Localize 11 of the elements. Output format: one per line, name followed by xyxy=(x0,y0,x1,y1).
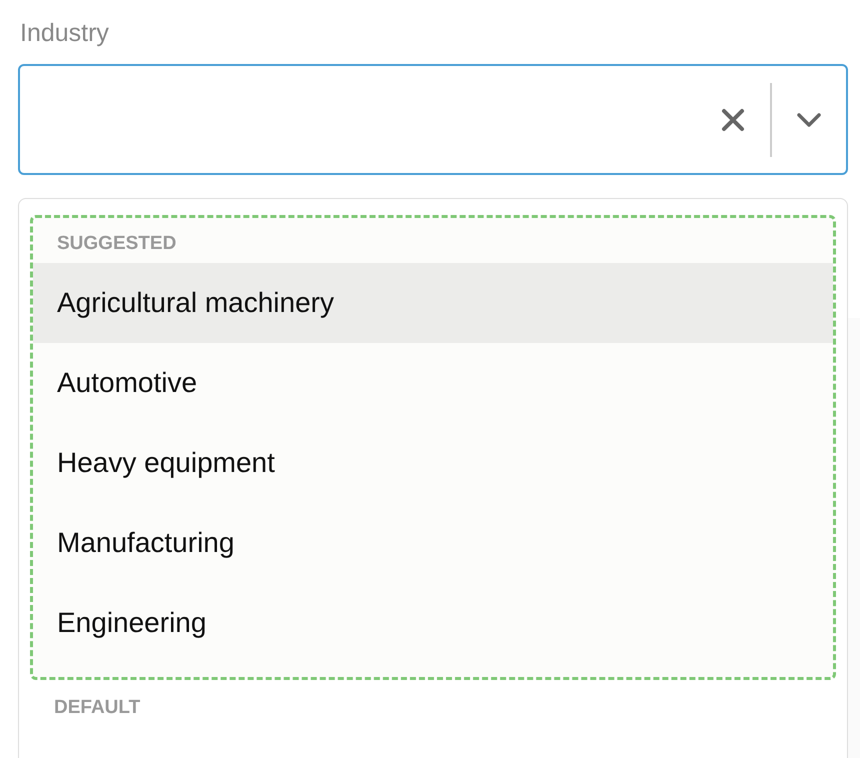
field-label: Industry xyxy=(20,18,110,48)
clear-icon[interactable] xyxy=(720,106,746,132)
select-field[interactable] xyxy=(18,64,848,175)
dropdown-option[interactable]: Automotive xyxy=(33,343,833,423)
chevron-down-icon[interactable] xyxy=(796,110,822,128)
dropdown-option[interactable]: Manufacturing xyxy=(33,503,833,583)
dropdown-option[interactable]: Agricultural machinery xyxy=(33,263,833,343)
group-heading: SUGGESTED xyxy=(56,232,178,256)
dropdown-option[interactable]: Engineering xyxy=(33,583,833,663)
group-heading: DEFAULT xyxy=(53,696,142,720)
dropdown-option[interactable]: Heavy equipment xyxy=(33,423,833,503)
